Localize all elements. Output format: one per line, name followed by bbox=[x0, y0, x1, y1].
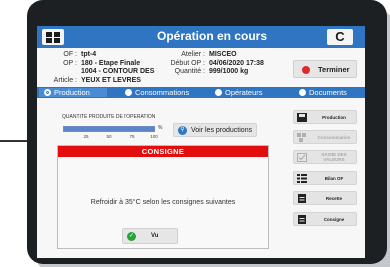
progress-fill bbox=[64, 127, 154, 131]
debut-value: 04/06/2020 17:38 bbox=[209, 59, 264, 67]
quantite-value: 999/1000 kg bbox=[209, 68, 249, 75]
tab-documents[interactable]: Documents bbox=[299, 88, 363, 97]
consommation-button-label: Consommation bbox=[317, 134, 351, 140]
voir-productions-button[interactable]: ⚲ Voir les productions bbox=[173, 123, 257, 137]
menu-button[interactable] bbox=[42, 29, 64, 45]
app-screen: Opération en cours C OF : tpt-4 OP : 180 -… bbox=[37, 26, 365, 258]
refresh-icon: C bbox=[335, 29, 345, 44]
dialog-title: CONSIGNE bbox=[58, 146, 268, 157]
percent-sign: % bbox=[158, 125, 163, 131]
order-info: OF : tpt-4 OP : 180 - Etape Finale 1004 - … bbox=[37, 51, 155, 85]
search-icon: ⚲ bbox=[178, 126, 187, 135]
vu-button[interactable]: ✓ Vu bbox=[122, 228, 178, 244]
saisie-valeurs-button-label: SAISIE DES VALEURS bbox=[321, 152, 347, 162]
consigne-button[interactable]: Consigne bbox=[293, 212, 357, 226]
checkbox-icon bbox=[297, 153, 307, 162]
save-icon bbox=[297, 113, 307, 122]
bilan-of-button-label: Bilan OF bbox=[324, 175, 344, 181]
article-label: Article : bbox=[53, 76, 77, 84]
bilan-of-button[interactable]: Bilan OF bbox=[293, 171, 357, 185]
workshop-info: Atelier : MISCEO Début OP : 04/06/2020 17:… bbox=[153, 51, 264, 77]
list-icon bbox=[297, 174, 307, 183]
consigne-button-label: Consigne bbox=[323, 216, 345, 222]
stop-icon bbox=[302, 66, 310, 74]
tab-label: Production bbox=[54, 88, 90, 97]
debut-label: Début OP : bbox=[170, 59, 205, 67]
saisie-valeurs-button[interactable]: SAISIE DES VALEURS bbox=[293, 150, 357, 164]
quantity-progress-bar bbox=[63, 126, 155, 132]
dialog-message: Refroidir à 35°C selon les consignes sui… bbox=[90, 199, 236, 206]
vu-label: Vu bbox=[151, 233, 159, 239]
doc-icon bbox=[298, 215, 306, 224]
product-value: 1004 - CONTOUR DES bbox=[81, 68, 155, 75]
consommation-button[interactable]: Consommation bbox=[293, 130, 357, 144]
tick-label: 75 bbox=[129, 134, 135, 139]
doc-icon bbox=[298, 194, 306, 203]
tab-operateurs[interactable]: Opérateurs bbox=[215, 88, 285, 97]
terminer-button[interactable]: Terminer bbox=[293, 60, 357, 78]
atelier-label: Atelier : bbox=[181, 51, 205, 58]
radio-icon bbox=[299, 89, 306, 96]
tab-production[interactable]: Production bbox=[39, 88, 107, 97]
tab-label: Consommations bbox=[135, 88, 190, 97]
page-title: Opération en cours bbox=[156, 29, 268, 43]
tab-label: Documents bbox=[309, 88, 347, 97]
tab-label: Opérateurs bbox=[225, 88, 263, 97]
radio-icon bbox=[125, 89, 132, 96]
progress-ticks: 25 50 75 100 bbox=[63, 134, 163, 140]
recette-button-label: Recette bbox=[325, 195, 343, 201]
check-icon: ✓ bbox=[127, 232, 136, 241]
tab-consommations[interactable]: Consommations bbox=[125, 88, 205, 97]
of-value: tpt-4 bbox=[81, 51, 97, 58]
tab-bar: Production Consommations Opérateurs Docu… bbox=[37, 87, 365, 98]
voir-productions-label: Voir les productions bbox=[191, 127, 253, 134]
of-label: OF : bbox=[63, 51, 77, 58]
quantity-produced-label: QUANTITE PRODUITE DE l'OPERATION bbox=[62, 114, 156, 120]
header-bar: Opération en cours C bbox=[37, 26, 365, 48]
consigne-dialog: CONSIGNE Refroidir à 35°C selon les cons… bbox=[57, 145, 269, 249]
production-button-label: Production bbox=[322, 114, 346, 120]
radio-icon bbox=[215, 89, 222, 96]
article-value: YEUX ET LEVRES bbox=[81, 76, 141, 84]
quantite-label: Quantité : bbox=[174, 68, 205, 75]
radio-icon bbox=[44, 89, 51, 96]
terminer-label: Terminer bbox=[318, 65, 350, 74]
op-label: OP : bbox=[63, 59, 77, 67]
tick-label: 25 bbox=[83, 134, 89, 139]
boxes-icon bbox=[297, 133, 306, 142]
atelier-value: MISCEO bbox=[209, 51, 237, 58]
op-value: 180 - Etape Finale bbox=[81, 59, 141, 67]
production-button[interactable]: Production bbox=[293, 110, 357, 124]
recette-button[interactable]: Recette bbox=[293, 191, 357, 205]
refresh-button[interactable]: C bbox=[327, 29, 353, 45]
tick-label: 100 bbox=[150, 134, 158, 139]
tick-label: 50 bbox=[106, 134, 112, 139]
